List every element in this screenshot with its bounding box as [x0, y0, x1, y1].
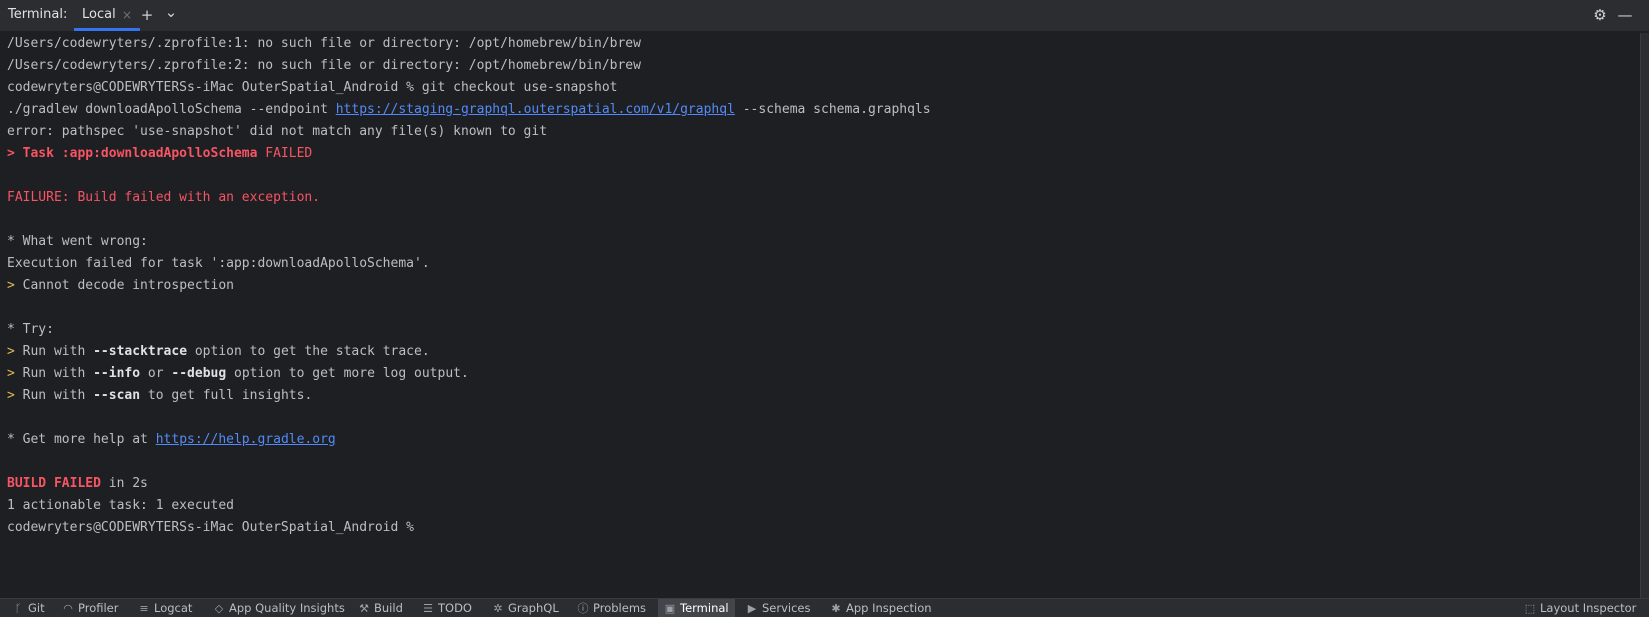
terminal-line: codewryters@CODEWRYTERSs-iMac OuterSpati… [7, 80, 618, 95]
toolbar-profiler[interactable]: ◠ Profiler [62, 599, 118, 617]
terminal-line: /Users/codewryters/.zprofile:2: no such … [7, 58, 641, 73]
minimize-icon[interactable]: — [1616, 6, 1634, 24]
terminal-line: error: pathspec 'use-snapshot' did not m… [7, 124, 548, 139]
add-tab-icon[interactable]: + [138, 6, 156, 24]
tab-local[interactable]: Local × [74, 0, 140, 31]
terminal-line: ./gradlew downloadApolloSchema --endpoin… [7, 102, 931, 117]
terminal-line: > Run with --stacktrace option to get th… [7, 344, 430, 359]
app-quality-insights-icon: ◇ [214, 602, 224, 615]
toolbar-git[interactable]: ᚴ Git [12, 599, 45, 617]
toolbar-terminal[interactable]: ▣ Terminal [658, 599, 735, 617]
endpoint-link[interactable]: https://staging-graphql.outerspatial.com… [336, 102, 735, 117]
terminal-line: * Try: [7, 322, 54, 337]
terminal-window: Terminal: Local × + ⌄ ⚙ — /Users/codewry… [0, 0, 1649, 617]
terminal-line: > Run with --info or --debug option to g… [7, 366, 469, 381]
terminal-line: FAILURE: Build failed with an exception. [7, 190, 321, 205]
terminal-line: * What went wrong: [7, 234, 148, 249]
right-tool-strip [1640, 33, 1649, 598]
terminal-toolbar: Terminal: Local × + ⌄ ⚙ — [0, 0, 1649, 32]
toolbar-problems[interactable]: ⓘ Problems [577, 599, 647, 617]
terminal-line: BUILD FAILED in 2s [7, 476, 148, 491]
graphql-icon: ✲ [493, 602, 503, 615]
toolbar-app-quality-insights[interactable]: ◇ App Quality Insights [213, 599, 345, 617]
toolbar-app-inspection[interactable]: ✱ App Inspection [830, 599, 931, 617]
todo-icon: ☰ [423, 602, 433, 615]
toolbar-layout-inspector[interactable]: ⬚ Layout Inspector [1524, 599, 1637, 617]
terminal-line: > Run with --scan to get full insights. [7, 388, 313, 403]
problems-icon: ⓘ [577, 602, 589, 615]
close-tab-icon[interactable]: × [122, 8, 132, 22]
toolbar-graphql[interactable]: ✲ GraphQL [492, 599, 558, 617]
terminal-line: * Get more help at https://help.gradle.o… [7, 432, 336, 447]
layout-inspector-icon: ⬚ [1524, 602, 1536, 615]
app-inspection-icon: ✱ [831, 602, 841, 615]
build-icon: ⚒ [359, 602, 369, 615]
toolbar-todo[interactable]: ☰ TODO [422, 599, 472, 617]
tab-local-label: Local [82, 7, 116, 22]
terminal-icon: ▣ [664, 602, 676, 615]
terminal-line: 1 actionable task: 1 executed [7, 498, 234, 513]
toolbar-services[interactable]: ▶ Services [746, 599, 811, 617]
terminal-line: Execution failed for task ':app:download… [7, 256, 430, 271]
gear-icon[interactable]: ⚙ [1591, 6, 1609, 24]
services-icon: ▶ [747, 602, 757, 615]
terminal-prompt-line: codewryters@CODEWRYTERSs-iMac OuterSpati… [7, 520, 414, 535]
toolbar-build[interactable]: ⚒ Build [358, 599, 403, 617]
tool-window-bar: ᚴ Git ◠ Profiler ≡ Logcat ◇ App Quality Insi… [0, 598, 1649, 617]
git-icon: ᚴ [14, 602, 22, 615]
terminal-line: > Task :app:downloadApolloSchema FAILED [7, 146, 313, 161]
logcat-icon: ≡ [139, 602, 149, 615]
chevron-down-icon[interactable]: ⌄ [162, 3, 180, 21]
toolbar-logcat[interactable]: ≡ Logcat [138, 599, 192, 617]
profiler-icon: ◠ [63, 602, 73, 615]
tool-window-title: Terminal: [8, 7, 68, 22]
terminal-line: /Users/codewryters/.zprofile:1: no such … [7, 36, 641, 51]
gradle-help-link[interactable]: https://help.gradle.org [156, 432, 336, 447]
terminal-line: > Cannot decode introspection [7, 278, 234, 293]
terminal-output[interactable]: /Users/codewryters/.zprofile:1: no such … [0, 33, 1640, 598]
